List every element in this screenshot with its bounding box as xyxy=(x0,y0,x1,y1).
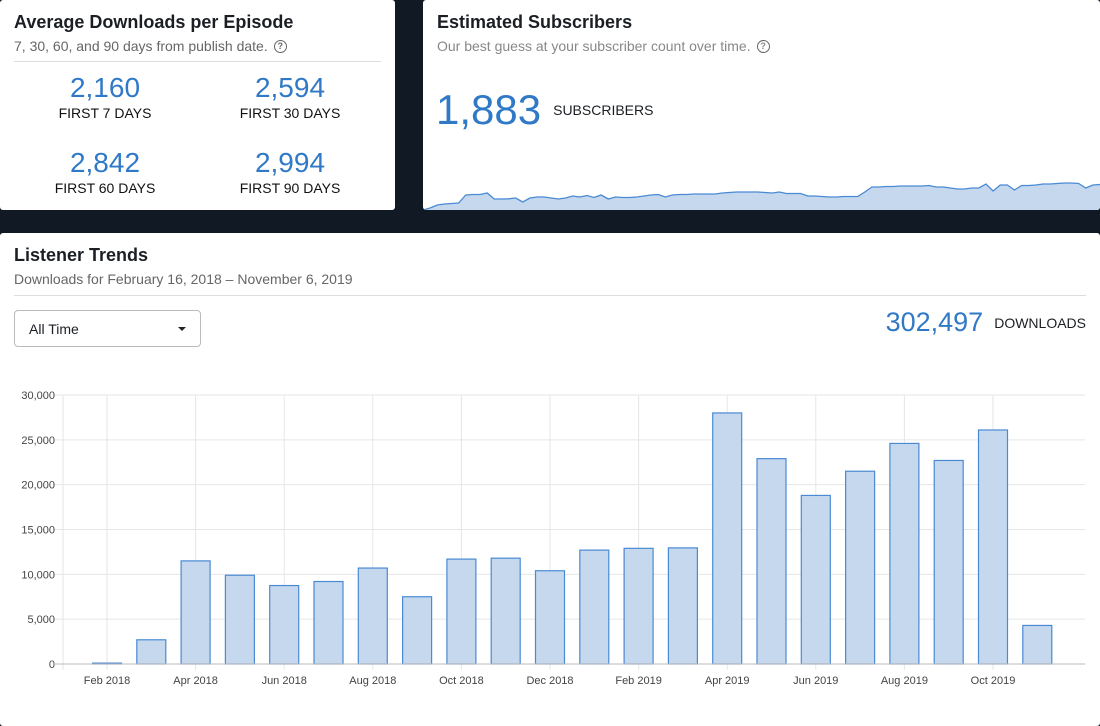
bar-may-2019[interactable] xyxy=(756,458,787,665)
stat-value: 2,994 xyxy=(254,147,326,178)
y-tick-label: 20,000 xyxy=(21,480,55,492)
x-tick-label: Jun 2019 xyxy=(793,675,838,687)
x-tick-label: Oct 2019 xyxy=(971,675,1016,687)
y-tick-label: 5,000 xyxy=(27,614,55,626)
stat-60-days: 2,842 FIRST 60 DAYS xyxy=(15,147,195,196)
stat-value: 2,160 xyxy=(69,72,141,103)
bar-nov-2018[interactable] xyxy=(490,557,521,665)
help-icon[interactable]: ? xyxy=(273,39,287,53)
x-tick-label: Apr 2019 xyxy=(705,675,750,687)
x-tick-label: Oct 2018 xyxy=(439,675,484,687)
bar-feb-2019[interactable] xyxy=(623,547,654,665)
x-tick-label: Dec 2018 xyxy=(526,675,573,687)
stat-label: FIRST 7 DAYS xyxy=(58,105,152,121)
x-tick-label: Aug 2019 xyxy=(881,675,928,687)
subscribers-label: SUBSCRIBERS xyxy=(553,102,654,118)
bar-dec-2018[interactable] xyxy=(534,570,566,665)
bar-oct-2018[interactable] xyxy=(446,558,477,665)
stat-value: 2,594 xyxy=(254,72,326,103)
bar-jul-2018[interactable] xyxy=(313,580,344,665)
avg-downloads-card: Average Downloads per Episode 7, 30, 60,… xyxy=(0,0,395,210)
bar-mar-2018[interactable] xyxy=(136,639,167,665)
avg-downloads-subtitle: 7, 30, 60, and 90 days from publish date… xyxy=(14,38,268,54)
stat-label: FIRST 30 DAYS xyxy=(239,105,341,121)
stat-30-days: 2,594 FIRST 30 DAYS xyxy=(200,72,380,121)
bar-mar-2019[interactable] xyxy=(667,547,699,665)
y-tick-label: 10,000 xyxy=(21,569,55,581)
divider xyxy=(14,61,381,62)
subscribers-count: 1,883 xyxy=(436,86,542,133)
x-tick-label: Aug 2018 xyxy=(349,675,396,687)
stat-90-days: 2,994 FIRST 90 DAYS xyxy=(200,147,380,196)
stat-label: FIRST 90 DAYS xyxy=(239,180,341,196)
downloads-bar-chart: 0 5,000 10,000 15,000 20,000 25,000 30,000 Feb … xyxy=(21,390,1085,687)
bar-jan-2019[interactable] xyxy=(579,549,610,665)
y-tick-label: 25,000 xyxy=(21,435,55,447)
subscribers-sparkline xyxy=(423,182,1100,210)
bar-aug-2018[interactable] xyxy=(357,567,388,665)
y-tick-label: 30,000 xyxy=(21,390,55,402)
bar-oct-2019[interactable] xyxy=(977,429,1009,665)
x-tick-label: Jun 2018 xyxy=(262,675,307,687)
x-tick-label: Apr 2018 xyxy=(173,675,218,687)
stat-value: 2,842 xyxy=(69,147,141,178)
bar-jun-2019[interactable] xyxy=(800,494,831,665)
help-icon[interactable]: ? xyxy=(756,39,770,53)
stat-7-days: 2,160 FIRST 7 DAYS xyxy=(15,72,195,121)
bar-sep-2018[interactable] xyxy=(402,596,433,665)
bar-aug-2019[interactable] xyxy=(889,442,920,665)
y-tick-label: 15,000 xyxy=(21,525,55,537)
subscribers-card: Estimated Subscribers Our best guess at … xyxy=(423,0,1100,210)
bar-sep-2019[interactable] xyxy=(933,459,964,665)
x-tick-label: Feb 2019 xyxy=(615,675,661,687)
bar-jun-2018[interactable] xyxy=(269,584,300,665)
avg-downloads-title: Average Downloads per Episode xyxy=(14,12,294,32)
listener-trends-card: Listener Trends Downloads for February 1… xyxy=(0,233,1100,726)
subscribers-title: Estimated Subscribers xyxy=(437,12,633,32)
bar-apr-2019[interactable] xyxy=(712,412,743,665)
y-tick-label: 0 xyxy=(49,659,55,671)
x-tick-label: Feb 2018 xyxy=(84,675,130,687)
bar-jul-2019[interactable] xyxy=(844,470,876,665)
bar-nov-2019[interactable] xyxy=(1022,624,1053,665)
bar-apr-2018[interactable] xyxy=(180,560,211,665)
bar-may-2018[interactable] xyxy=(224,574,255,665)
subscribers-subtitle: Our best guess at your subscriber count … xyxy=(437,38,751,54)
stat-label: FIRST 60 DAYS xyxy=(54,180,156,196)
